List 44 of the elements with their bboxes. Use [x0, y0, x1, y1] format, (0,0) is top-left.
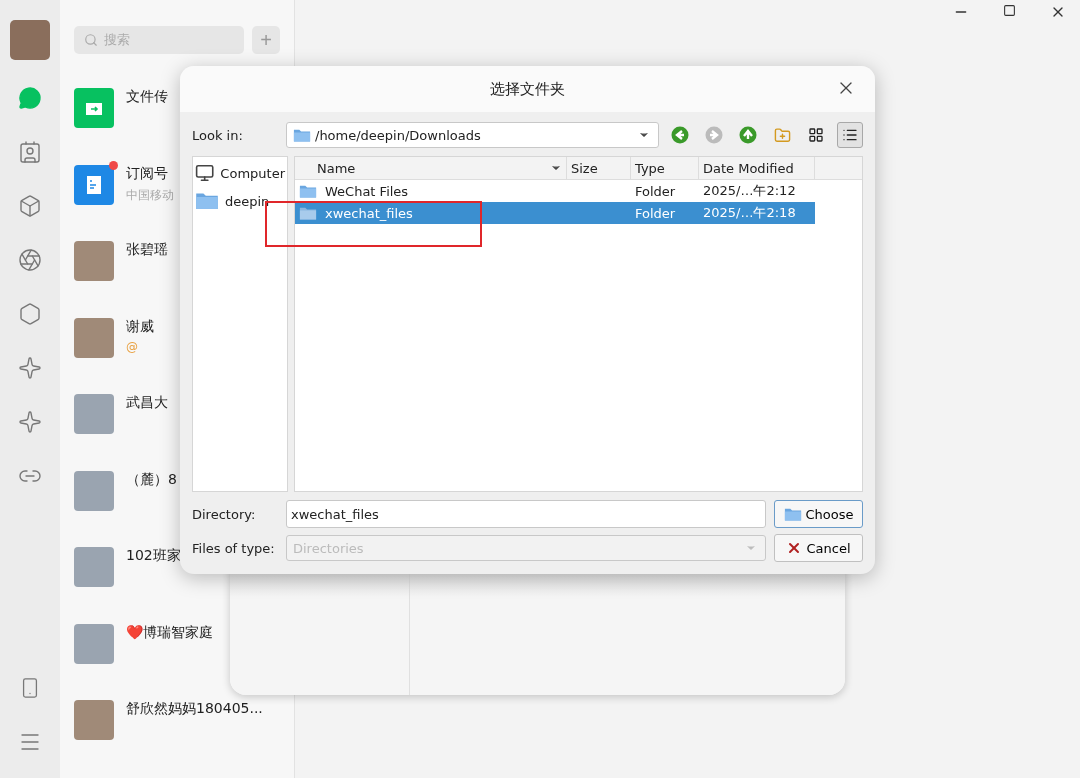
chat-name[interactable]: 谢威 — [126, 317, 154, 336]
look-in-label: Look in: — [192, 127, 244, 143]
folder-icon — [299, 183, 317, 199]
chat-preview: 中国移动 — [126, 186, 174, 204]
file-type-label: Files of type: — [192, 540, 276, 556]
avatar[interactable] — [74, 317, 114, 358]
avatar[interactable] — [74, 623, 114, 664]
folder-icon — [783, 506, 802, 522]
choose-button[interactable]: Choose — [774, 500, 863, 528]
grid-icon — [808, 127, 824, 143]
list-icon — [842, 127, 858, 143]
detail-view-button[interactable] — [837, 122, 863, 148]
directory-label: Directory: — [192, 506, 257, 522]
chat-name[interactable]: 武昌大 — [126, 394, 168, 412]
folder-icon — [299, 205, 317, 221]
directory-field[interactable]: xwechat_files — [286, 500, 766, 528]
column-header[interactable]: Type — [631, 157, 699, 179]
column-header[interactable]: Size — [567, 157, 631, 179]
chat-name[interactable]: 文件传 — [126, 88, 168, 106]
place-item[interactable]: deepin — [195, 189, 285, 213]
maximize-icon[interactable] — [1003, 4, 1016, 17]
chat-name[interactable]: 102班家 — [126, 547, 181, 565]
document-icon — [87, 175, 101, 194]
column-header[interactable]: Date Modified — [699, 157, 815, 179]
new-folder-icon — [773, 126, 791, 144]
avatar[interactable] — [74, 470, 114, 511]
chat-name[interactable]: 舒欣然妈妈180405... — [126, 700, 263, 718]
place-item[interactable]: Computer — [195, 161, 285, 185]
cancel-button[interactable]: Cancel — [774, 534, 863, 562]
chat-name[interactable]: ❤博瑞智家庭 — [126, 623, 213, 642]
chat-preview: @ — [126, 339, 139, 354]
folder-icon — [293, 127, 311, 143]
search-icon — [84, 33, 98, 47]
computer-icon — [195, 163, 215, 183]
column-header[interactable]: Name — [295, 157, 567, 179]
chat-name[interactable]: 张碧瑶 — [126, 241, 168, 259]
chat-name[interactable]: 订阅号 — [126, 164, 174, 183]
file-row[interactable]: WeChat Files Folder 2025/…午2:12 — [295, 180, 815, 202]
up-arrow-icon — [739, 126, 757, 144]
folder-icon — [195, 191, 219, 211]
chat-name[interactable]: （麓）8 — [126, 470, 177, 489]
file-transfer-avatar[interactable] — [74, 88, 114, 128]
dialog-title: 选择文件夹 — [490, 79, 565, 99]
look-in-dropdown[interactable]: /home/deepin/Downloads — [286, 122, 659, 148]
